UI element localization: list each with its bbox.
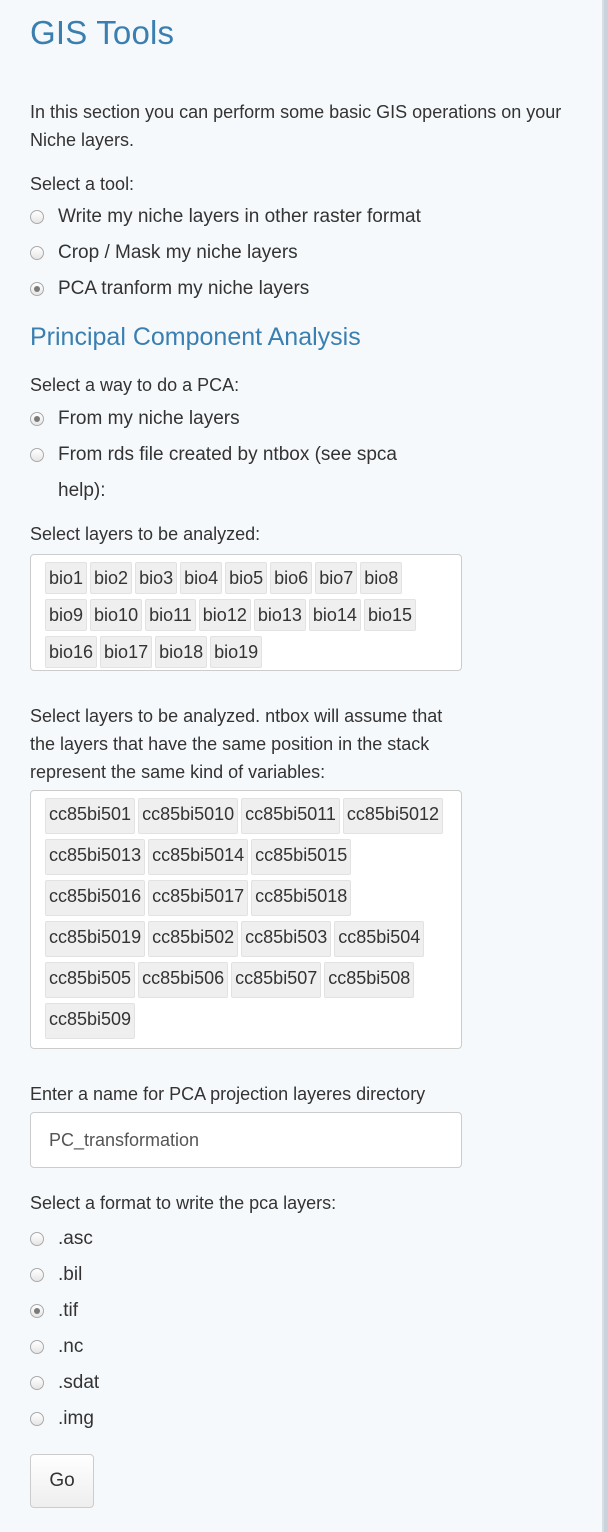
- format-radio[interactable]: .sdat: [30, 1365, 99, 1401]
- radio-circle-icon[interactable]: [30, 210, 44, 224]
- format-radio[interactable]: .tif: [30, 1293, 78, 1329]
- format-prompt: Select a format to write the pca layers:: [30, 1193, 337, 1213]
- selected-layer-tag[interactable]: cc85bi508: [324, 962, 415, 998]
- selected-layer-tag[interactable]: cc85bi5018: [251, 880, 352, 916]
- selected-layer-tag[interactable]: cc85bi502: [148, 921, 239, 957]
- radio-circle-icon[interactable]: [30, 246, 44, 260]
- radio-circle-icon[interactable]: [30, 1232, 44, 1246]
- format-label: .sdat: [58, 1372, 100, 1393]
- format-label: .nc: [58, 1336, 84, 1357]
- layers-prompt: Select layers to be analyzed:: [30, 524, 261, 544]
- selected-layer-tag[interactable]: bio14: [308, 599, 361, 631]
- pca-radio-niche-layers[interactable]: From my niche layers: [30, 401, 240, 437]
- layers-select[interactable]: bio1 bio2 bio3 bio4 bio5 bio6 bio7 bio8 bio9 bio1…: [30, 554, 462, 671]
- tool-radio-raster-format[interactable]: Write my niche layers in other raster fo…: [30, 199, 421, 235]
- selected-layer-tag[interactable]: cc85bi5017: [148, 880, 249, 916]
- radio-circle-icon[interactable]: [30, 1376, 44, 1390]
- format-label: .tif: [58, 1300, 79, 1321]
- gis-tools-panel: GIS Tools In this section you can perfor…: [0, 0, 604, 1532]
- pca-heading: Principal Component Analysis: [30, 323, 361, 351]
- selected-layer-tag[interactable]: cc85bi5011: [241, 798, 340, 834]
- selected-layer-tag[interactable]: cc85bi5016: [45, 880, 146, 916]
- selected-layer-tag[interactable]: cc85bi5019: [45, 921, 146, 957]
- dir-prompt: Enter a name for PCA projection layeres …: [30, 1084, 426, 1104]
- radio-circle-icon[interactable]: [30, 1412, 44, 1426]
- format-label: .asc: [58, 1228, 93, 1249]
- format-radio[interactable]: .img: [30, 1401, 94, 1437]
- selected-layer-tag[interactable]: bio15: [363, 599, 416, 631]
- selected-layer-tag[interactable]: cc85bi505: [45, 962, 136, 998]
- selected-layer-tag[interactable]: bio11: [145, 599, 196, 631]
- selected-layer-tag[interactable]: cc85bi5015: [251, 839, 352, 875]
- pca-radio-rds-file[interactable]: From rds file created by ntbox (see spca…: [30, 437, 430, 509]
- selected-layer-tag[interactable]: bio1: [45, 562, 88, 594]
- selected-layer-tag[interactable]: cc85bi503: [241, 921, 332, 957]
- tool-radio-crop-mask[interactable]: Crop / Mask my niche layers: [30, 235, 298, 271]
- pca-option-label: From my niche layers: [58, 408, 240, 429]
- selected-layer-tag[interactable]: bio17: [100, 636, 153, 668]
- proj-layers-prompt: Select layers to be analyzed. ntbox will…: [30, 706, 443, 782]
- pca-prompt: Select a way to do a PCA:: [30, 375, 240, 395]
- directory-name-input[interactable]: PC_transformation: [30, 1112, 462, 1168]
- tool-label: PCA tranform my niche layers: [58, 278, 310, 299]
- radio-selected-icon[interactable]: [30, 1304, 44, 1318]
- projection-layers-select[interactable]: cc85bi501 cc85bi5010 cc85bi5011 cc85bi5012 c…: [30, 790, 462, 1049]
- format-label: .img: [58, 1408, 94, 1429]
- selected-layer-tag[interactable]: cc85bi5014: [148, 839, 249, 875]
- selected-layer-tag[interactable]: bio13: [253, 599, 306, 631]
- selected-layer-tag[interactable]: bio4: [180, 562, 223, 594]
- selected-layer-tag[interactable]: bio19: [210, 636, 263, 668]
- intro-text: In this section you can perform some bas…: [30, 102, 562, 150]
- radio-circle-icon[interactable]: [30, 1340, 44, 1354]
- selected-layer-tag[interactable]: bio12: [198, 599, 251, 631]
- selected-layer-tag[interactable]: cc85bi5012: [342, 798, 443, 834]
- selected-layer-tag[interactable]: cc85bi509: [45, 1003, 136, 1039]
- selected-layer-tag[interactable]: bio2: [90, 562, 133, 594]
- tool-prompt: Select a tool:: [30, 174, 135, 194]
- selected-layer-tag[interactable]: cc85bi507: [231, 962, 322, 998]
- selected-layer-tag[interactable]: bio16: [45, 636, 98, 668]
- tool-radio-pca[interactable]: PCA tranform my niche layers: [30, 271, 309, 307]
- page-title: GIS Tools: [30, 14, 175, 51]
- format-radio[interactable]: .nc: [30, 1329, 83, 1365]
- selected-layer-tag[interactable]: bio18: [155, 636, 208, 668]
- selected-layer-tag[interactable]: bio10: [90, 599, 143, 631]
- selected-layer-tag[interactable]: cc85bi5013: [45, 839, 146, 875]
- radio-selected-icon[interactable]: [30, 282, 44, 296]
- radio-circle-icon[interactable]: [30, 448, 44, 462]
- go-button[interactable]: Go: [30, 1454, 94, 1508]
- tool-label: Crop / Mask my niche layers: [58, 242, 298, 263]
- format-label: .bil: [58, 1264, 83, 1285]
- selected-layer-tag[interactable]: bio7: [315, 562, 358, 594]
- radio-circle-icon[interactable]: [30, 1268, 44, 1282]
- radio-selected-icon[interactable]: [30, 412, 44, 426]
- format-radio[interactable]: .bil: [30, 1257, 82, 1293]
- selected-layer-tag[interactable]: bio9: [45, 599, 88, 631]
- selected-layer-tag[interactable]: cc85bi5010: [138, 798, 239, 834]
- tool-label: Write my niche layers in other raster fo…: [58, 206, 421, 227]
- selected-layer-tag[interactable]: bio8: [360, 562, 403, 594]
- selected-layer-tag[interactable]: cc85bi501: [45, 798, 136, 834]
- selected-layer-tag[interactable]: cc85bi506: [138, 962, 229, 998]
- selected-layer-tag[interactable]: bio5: [225, 562, 268, 594]
- format-radio[interactable]: .asc: [30, 1221, 93, 1257]
- selected-layer-tag[interactable]: bio3: [135, 562, 178, 594]
- selected-layer-tag[interactable]: cc85bi504: [334, 921, 425, 957]
- pca-option-label: From rds file created by ntbox (see spca…: [58, 444, 397, 501]
- selected-layer-tag[interactable]: bio6: [270, 562, 313, 594]
